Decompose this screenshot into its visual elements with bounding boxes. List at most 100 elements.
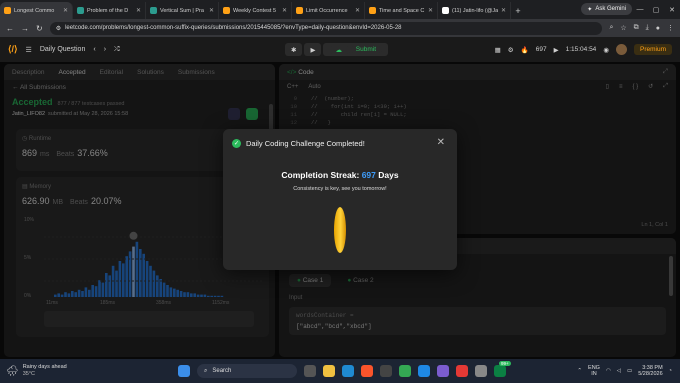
streak-unit: Days (378, 170, 399, 180)
tab-close-icon[interactable]: ✕ (136, 7, 141, 14)
tab-favicon-icon (4, 7, 11, 14)
app-icon[interactable] (380, 365, 392, 377)
timer-play-icon[interactable]: ▶ (554, 46, 559, 54)
rain-cloud-icon: 🌧 (6, 365, 19, 377)
reload-icon[interactable]: ↻ (36, 24, 43, 33)
battery-icon[interactable]: ▭ (627, 368, 632, 374)
taskbar-search[interactable]: ⌕ Search (197, 364, 297, 378)
address-bar-row: ← → ↻ ⚙ leetcode.com/problems/longest-co… (0, 19, 680, 37)
tab-favicon-icon (77, 7, 84, 14)
cloud-upload-icon: ☁ (329, 45, 350, 54)
next-problem-icon[interactable]: › (104, 46, 106, 53)
tab-close-icon[interactable]: ✕ (355, 7, 360, 14)
modal-title: Daily Coding Challenge Completed! (246, 139, 365, 148)
tab-title: Longest Commo (14, 7, 55, 14)
windows-taskbar: 🌧 Rainy days ahead 35°C ⌕ Search 99+ ⌃ EN… (0, 359, 680, 383)
extensions-icon[interactable]: ⧉ (634, 24, 639, 32)
tab-strip: Longest Commo ✕ Problem of the D ✕ Vertical … (0, 2, 511, 19)
ask-gemini-button[interactable]: ✦ Ask Gemini (581, 3, 632, 15)
site-info-icon[interactable]: ⚙ (56, 25, 61, 32)
browser-tab[interactable]: Vertical Sum | Pra ✕ (146, 2, 219, 19)
tab-close-icon[interactable]: ✕ (501, 7, 506, 14)
whatsapp-icon[interactable]: 99+ (494, 361, 511, 377)
brave-icon[interactable] (361, 365, 373, 377)
profile-avatar[interactable]: ● (656, 25, 660, 32)
fire-icon: 🔥 (520, 46, 529, 54)
tab-close-icon[interactable]: ✕ (63, 7, 68, 14)
browser-tab[interactable]: Longest Commo ✕ (0, 2, 73, 19)
leetcode-navbar: ⟨/⟩ ☰ Daily Question ‹ › ⤮ ✱ ▶ ☁ Submit … (0, 37, 680, 62)
app-icon[interactable] (456, 365, 468, 377)
leetcode-logo-icon[interactable]: ⟨/⟩ (8, 44, 18, 55)
tab-title: (11) Jatin-lifo (@Ja (452, 7, 498, 14)
close-icon[interactable]: ✕ (437, 137, 445, 148)
problem-list-link[interactable]: Daily Question (40, 46, 86, 53)
app-icon[interactable] (475, 365, 487, 377)
forward-arrow-icon[interactable]: → (21, 24, 29, 33)
streak-counter[interactable]: 697 (536, 46, 547, 53)
tab-title: Weekly Contest 5 (233, 7, 277, 14)
check-circle-icon: ✓ (232, 139, 241, 148)
browser-tab[interactable]: Limit Occurrence ✕ (292, 2, 365, 19)
browser-menu-icon[interactable]: ⋮ (667, 24, 674, 32)
notification-bell-icon[interactable]: ◔ (669, 368, 672, 374)
weather-widget[interactable]: 🌧 Rainy days ahead 35°C (0, 364, 160, 378)
prev-problem-icon[interactable]: ‹ (93, 46, 95, 53)
clock[interactable]: 3:38 PM 5/28/2026 (638, 365, 662, 378)
premium-button[interactable]: Premium (633, 44, 672, 55)
windows-start-icon[interactable] (178, 365, 190, 377)
back-arrow-icon[interactable]: ← (6, 24, 14, 33)
tab-favicon-icon (296, 7, 303, 14)
tab-favicon-icon (369, 7, 376, 14)
notification-badge: 99+ (499, 361, 511, 366)
tab-close-icon[interactable]: ✕ (209, 7, 214, 14)
language-indicator[interactable]: ENG IN (588, 365, 600, 378)
new-tab-button[interactable]: + (511, 2, 525, 19)
streak-line: Completion Streak: 697 Days (223, 170, 457, 180)
search-icon: ⌕ (204, 367, 208, 374)
tab-close-icon[interactable]: ✕ (282, 7, 287, 14)
edge-icon[interactable] (342, 365, 354, 377)
chrome-icon[interactable] (399, 365, 411, 377)
browser-tab[interactable]: Weekly Contest 5 ✕ (219, 2, 292, 19)
browser-tab[interactable]: (11) Jatin-lifo (@Ja ✕ (438, 2, 511, 19)
tray-chevron-icon[interactable]: ⌃ (577, 368, 582, 374)
submit-button[interactable]: ☁ Submit (323, 43, 388, 56)
url-text: leetcode.com/problems/longest-common-suf… (65, 25, 402, 31)
layout-icon[interactable]: ▦ (495, 46, 501, 54)
tab-favicon-icon (223, 7, 230, 14)
minimize-button[interactable]: — (632, 0, 648, 19)
speaker-icon[interactable]: ◁ (617, 368, 621, 374)
modal-message: Consistency is key, see you tomorrow! (293, 186, 387, 192)
url-input[interactable]: ⚙ leetcode.com/problems/longest-common-s… (49, 21, 603, 35)
tab-title: Problem of the D (87, 7, 129, 14)
timer-display[interactable]: 1:15:04:54 (566, 46, 597, 53)
window-controls: — ▢ ✕ (632, 0, 680, 19)
user-avatar[interactable] (615, 44, 627, 55)
settings-icon[interactable]: ⚙ (508, 46, 514, 54)
task-view-icon[interactable] (304, 365, 316, 377)
gemini-icon: ✦ (587, 6, 593, 13)
run-icon[interactable]: ▶ (304, 43, 322, 56)
app-icon[interactable] (437, 365, 449, 377)
vscode-icon[interactable] (418, 365, 430, 377)
problem-list-icon[interactable]: ☰ (26, 46, 32, 54)
tab-title: Time and Space C (379, 7, 425, 14)
tab-favicon-icon (150, 7, 157, 14)
close-window-button[interactable]: ✕ (664, 0, 680, 19)
bookmark-star-icon[interactable]: ☆ (620, 24, 626, 32)
tab-title: Limit Occurrence (306, 7, 348, 14)
file-explorer-icon[interactable] (323, 365, 335, 377)
streak-label: Completion Streak: (281, 170, 360, 180)
browser-tab[interactable]: Problem of the D ✕ (73, 2, 146, 19)
wifi-icon[interactable]: ◠ (606, 368, 611, 374)
maximize-button[interactable]: ▢ (648, 0, 664, 19)
tab-close-icon[interactable]: ✕ (428, 7, 433, 14)
shuffle-icon[interactable]: ⤮ (114, 46, 120, 54)
notification-icon[interactable]: ◉ (603, 46, 609, 54)
browser-tab[interactable]: Time and Space C ✕ (365, 2, 438, 19)
downloads-icon[interactable]: ⤓ (646, 24, 649, 32)
bug-icon[interactable]: ✱ (285, 43, 303, 56)
navbar-right: ▦ ⚙ 🔥 697 ▶ 1:15:04:54 ◉ Premium (495, 42, 672, 57)
zoom-search-icon[interactable]: ⌕ (609, 24, 613, 32)
